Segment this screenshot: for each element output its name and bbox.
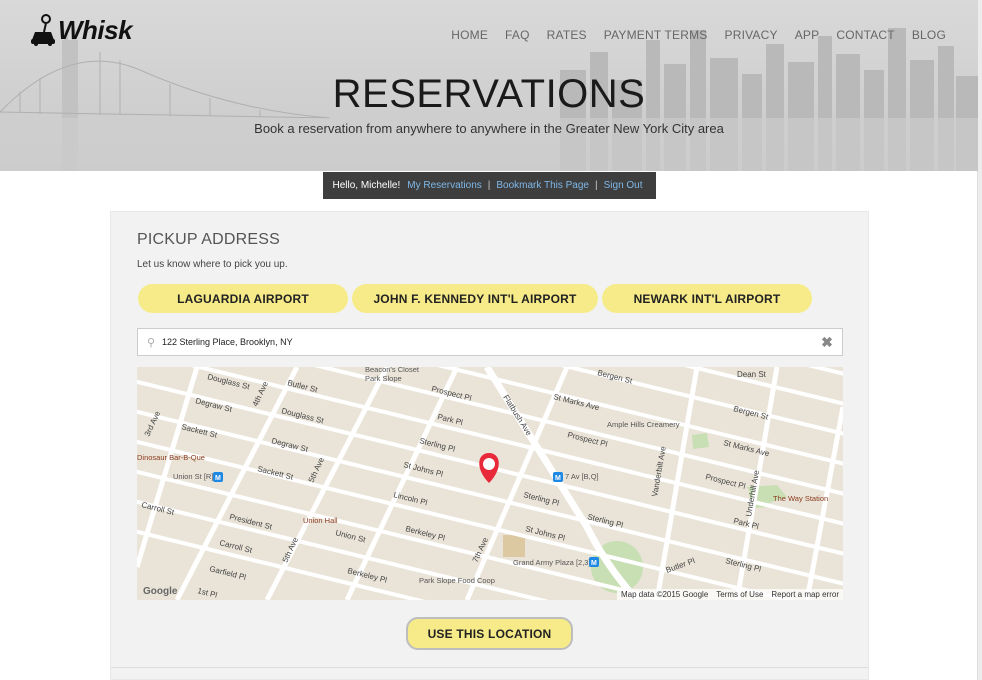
svg-text:Ample Hills Creamery: Ample Hills Creamery	[607, 420, 680, 429]
page: Whisk HOME FAQ RATES PAYMENT TERMS PRIVA…	[0, 0, 978, 680]
page-title: RESERVATIONS	[332, 72, 646, 116]
nav-privacy[interactable]: PRIVACY	[725, 28, 778, 42]
svg-text:Grand Army Plaza [2,3]: Grand Army Plaza [2,3]	[513, 558, 591, 567]
my-reservations-link[interactable]: My Reservations	[407, 180, 481, 191]
svg-text:Sackett St: Sackett St	[257, 464, 295, 482]
svg-text:Vanderbilt Ave: Vanderbilt Ave	[650, 445, 668, 497]
svg-text:Union Hall: Union Hall	[303, 516, 338, 525]
svg-text:M: M	[215, 475, 221, 482]
report-map-error-link[interactable]: Report a map error	[771, 590, 839, 599]
pickup-title: PICKUP ADDRESS	[137, 231, 280, 248]
user-greeting: Hello, Michelle!	[332, 180, 401, 191]
map-data-text: Map data ©2015 Google	[620, 590, 709, 599]
whisk-logo[interactable]: Whisk	[30, 14, 133, 46]
terms-of-use-link[interactable]: Terms of Use	[716, 590, 763, 599]
page-subtitle: Book a reservation from anywhere to anyw…	[254, 121, 724, 136]
main-nav: HOME FAQ RATES PAYMENT TERMS PRIVACY APP…	[434, 28, 946, 42]
google-logo: Google	[143, 586, 178, 597]
bookmark-page-link[interactable]: Bookmark This Page	[496, 180, 589, 191]
address-input[interactable]: ⚲ 122 Sterling Place, Brooklyn, NY ✖	[137, 328, 843, 356]
use-this-location-button[interactable]: USE THIS LOCATION	[406, 617, 573, 650]
address-value[interactable]: 122 Sterling Place, Brooklyn, NY	[162, 337, 818, 347]
nav-app[interactable]: APP	[795, 28, 820, 42]
svg-text:Dean St: Dean St	[737, 370, 767, 379]
nav-faq[interactable]: FAQ	[505, 28, 530, 42]
svg-text:Garfield Pl: Garfield Pl	[209, 564, 248, 582]
jfk-airport-button[interactable]: JOHN F. KENNEDY INT'L AIRPORT	[352, 284, 598, 313]
svg-text:M: M	[555, 475, 561, 482]
pickup-hint: Let us know where to pick you up.	[137, 259, 288, 270]
taxi-logo-icon	[31, 14, 55, 46]
clear-icon[interactable]: ✖	[818, 334, 836, 351]
svg-text:1st Pl: 1st Pl	[197, 586, 219, 600]
svg-text:Park Slope: Park Slope	[365, 374, 402, 383]
sign-out-link[interactable]: Sign Out	[604, 180, 643, 191]
pickup-panel: PICKUP ADDRESS Let us know where to pick…	[110, 211, 869, 680]
nav-blog[interactable]: BLOG	[912, 28, 946, 42]
svg-text:4th Ave: 4th Ave	[251, 379, 271, 407]
nav-home[interactable]: HOME	[451, 28, 488, 42]
svg-text:Sackett St: Sackett St	[181, 422, 219, 440]
brand-name: Whisk	[58, 14, 133, 45]
svg-text:Dinosaur Bar-B-Que: Dinosaur Bar-B-Que	[137, 453, 205, 462]
hero-banner: Whisk HOME FAQ RATES PAYMENT TERMS PRIVA…	[0, 0, 978, 171]
user-bar: Hello, Michelle! My Reservations | Bookm…	[323, 172, 656, 199]
svg-text:The Way Station: The Way Station	[773, 494, 828, 503]
separator: |	[487, 180, 491, 191]
svg-text:Park Slope Food Coop: Park Slope Food Coop	[419, 576, 495, 585]
nav-rates[interactable]: RATES	[547, 28, 587, 42]
svg-text:M: M	[591, 560, 597, 567]
map-view[interactable]: Douglass St Butler St Degraw St Douglass…	[137, 367, 843, 600]
svg-text:5th Ave: 5th Ave	[281, 535, 301, 563]
nav-payment-terms[interactable]: PAYMENT TERMS	[604, 28, 708, 42]
svg-text:Beacon's Closet: Beacon's Closet	[365, 367, 420, 374]
street-map: Douglass St Butler St Degraw St Douglass…	[137, 367, 843, 600]
map-attribution: Map data ©2015 Google Terms of Use Repor…	[616, 589, 843, 600]
svg-text:Union St: Union St	[335, 528, 368, 544]
location-pin-icon: ⚲	[147, 336, 156, 349]
scroll-gutter	[978, 0, 982, 680]
svg-text:Union St [R]: Union St [R]	[173, 472, 213, 481]
svg-text:5th Ave: 5th Ave	[307, 455, 327, 483]
svg-text:Degraw St: Degraw St	[271, 436, 310, 454]
svg-text:7 Av [B,Q]: 7 Av [B,Q]	[565, 472, 599, 481]
newark-airport-button[interactable]: NEWARK INT'L AIRPORT	[602, 284, 812, 313]
nav-contact[interactable]: CONTACT	[836, 28, 895, 42]
selected-location-pin-icon	[479, 453, 499, 483]
laguardia-airport-button[interactable]: LAGUARDIA AIRPORT	[138, 284, 348, 313]
separator: |	[595, 180, 598, 191]
svg-text:St Marks Ave: St Marks Ave	[553, 392, 601, 412]
svg-text:Bergen St: Bergen St	[597, 368, 634, 386]
divider	[111, 667, 868, 668]
